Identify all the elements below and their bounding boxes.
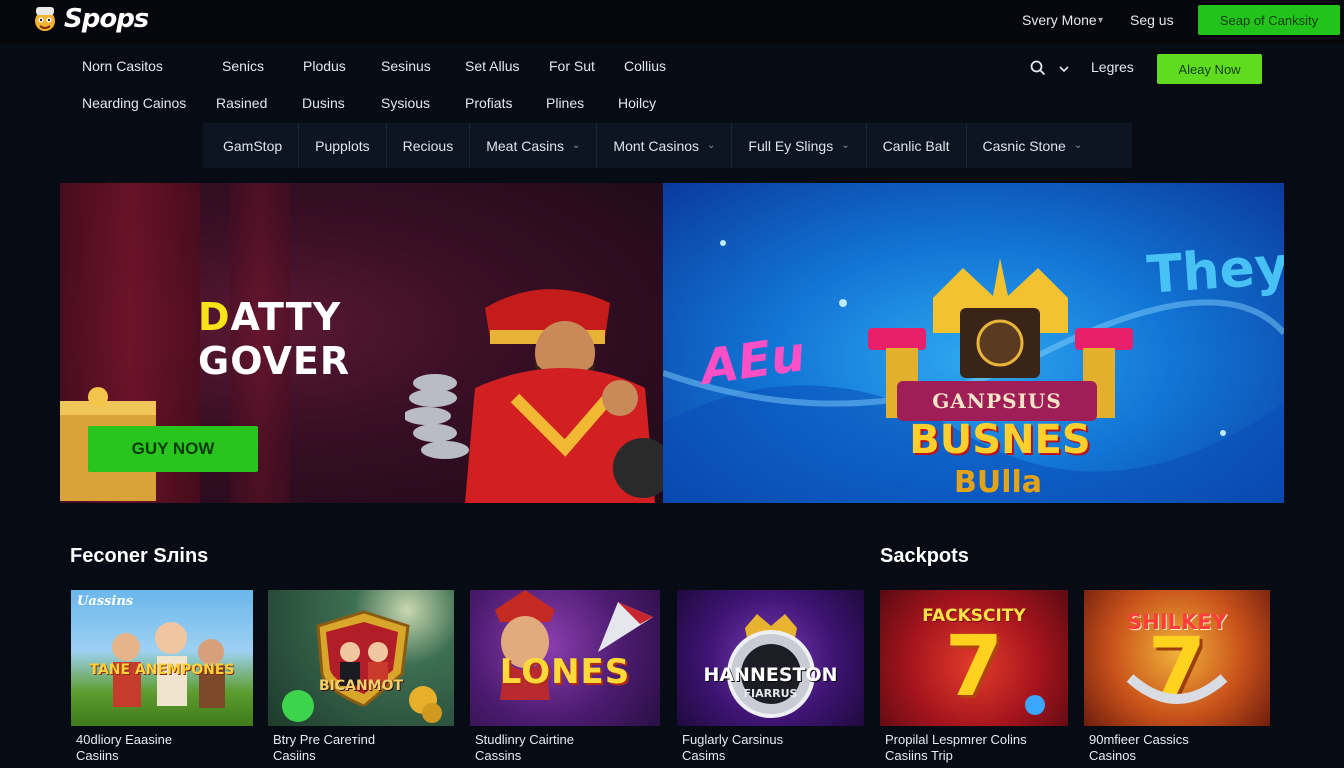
game-thumbnail: LONES bbox=[470, 590, 660, 726]
game-card[interactable]: LONES Studlinry Cairtine Cassins bbox=[470, 590, 660, 768]
nav-item[interactable]: Set Allus bbox=[465, 58, 519, 74]
gem-icon bbox=[1025, 695, 1045, 715]
nav-item[interactable]: Dusins bbox=[302, 95, 345, 111]
nav-item[interactable]: Norn Casitos bbox=[82, 58, 163, 74]
subnav-label: Recious bbox=[402, 137, 454, 154]
banner-word-they: They bbox=[1145, 236, 1284, 306]
sign-up-link[interactable]: Seg us bbox=[1130, 12, 1174, 28]
card-art-title: TANE ANEMPONES bbox=[89, 662, 235, 678]
card-art-title: LONES bbox=[499, 652, 631, 692]
chevron-down-icon[interactable] bbox=[1058, 62, 1070, 74]
hero-banner-left[interactable]: DATTY GOVER GUY NOW bbox=[60, 183, 663, 503]
subnav-item[interactable]: Canlic Balt bbox=[867, 123, 967, 168]
nav-item[interactable]: Rasined bbox=[216, 95, 267, 111]
site-logo[interactable]: Spops bbox=[30, 4, 149, 34]
game-thumbnail: SHILKEY 7 bbox=[1084, 590, 1270, 726]
nav-item[interactable]: Collius bbox=[624, 58, 666, 74]
hero-banner-right[interactable]: They AEu GANPSIUS BUSNES BUlla bbox=[663, 183, 1284, 503]
game-title: 40dliory Eaasine Casiins bbox=[76, 732, 173, 763]
subnav-item[interactable]: Meat Casins ⌄ bbox=[470, 123, 598, 168]
nav-item[interactable]: Plodus bbox=[303, 58, 346, 74]
game-thumbnail: BICANMOT bbox=[268, 590, 454, 726]
category-subnav: GamStop Pupplots Recious Meat Casins ⌄ Mo… bbox=[203, 123, 1132, 168]
hero-headline-line2: GOVER bbox=[198, 339, 351, 383]
game-thumbnail: Uassins TANE ANEMPONES bbox=[71, 590, 253, 726]
card-art-title: HANNESTON bbox=[703, 664, 838, 686]
hero-play-button[interactable]: GUY NOW bbox=[88, 426, 258, 472]
nav-item[interactable]: Nearding Cainos bbox=[82, 95, 186, 111]
banner-ribbon: GANPSIUS bbox=[897, 381, 1097, 421]
subnav-label: Mont Casinos bbox=[613, 137, 700, 154]
hero-headline-accent: D bbox=[198, 295, 231, 339]
horseshoe-icon bbox=[1126, 674, 1228, 704]
search-icon[interactable] bbox=[1030, 60, 1046, 76]
jackpot-card[interactable]: FACKSCITY 7 Propilal Lespmrer Colins Cas… bbox=[880, 590, 1068, 768]
subnav-item[interactable]: Mont Casinos ⌄ bbox=[597, 123, 733, 168]
game-thumbnail: HANNESTON FIARRUS bbox=[677, 590, 864, 726]
subnav-label: Canlic Balt bbox=[882, 137, 950, 154]
subnav-item[interactable]: Full Ey Slings ⌄ bbox=[732, 123, 867, 168]
game-card[interactable]: Uassins TANE ANEMPONES 40dliory Eaasine … bbox=[71, 590, 253, 768]
subnav-label: GamStop bbox=[223, 137, 283, 154]
game-card[interactable]: BICANMOT Btry Pre Careтind Casiins bbox=[268, 590, 454, 768]
jackpots-section-title: Sackpots bbox=[880, 545, 969, 567]
subnav-item[interactable]: Recious bbox=[387, 123, 471, 168]
logo-text: Spops bbox=[64, 4, 149, 34]
mascot-icon bbox=[30, 4, 60, 34]
subnav-label: Meat Casins bbox=[486, 137, 565, 154]
nav-item[interactable]: Hoilcy bbox=[618, 95, 656, 111]
game-title: 90mfieer Cassics Casinos bbox=[1089, 732, 1189, 763]
nav-cta-button[interactable]: Aleay Now bbox=[1157, 54, 1262, 84]
banner-title: BUSNES bbox=[909, 417, 1091, 463]
subnav-item[interactable]: Casnic Stone ⌄ bbox=[967, 123, 1099, 168]
chevron-down-icon[interactable]: ▾ bbox=[1098, 15, 1103, 26]
game-card[interactable]: HANNESTON FIARRUS Fuglarly Carsinus Casi… bbox=[677, 590, 864, 768]
hero-headline-line1: ATTY bbox=[230, 295, 342, 339]
subnav-item[interactable]: Pupplots bbox=[299, 123, 387, 168]
nav-item[interactable]: Sesinus bbox=[381, 58, 431, 74]
banner-subtitle: BUlla bbox=[953, 465, 1043, 500]
game-title: Btry Pre Careтind Casiins bbox=[273, 732, 376, 763]
nav-item[interactable]: Plines bbox=[546, 95, 584, 111]
nav-item[interactable]: Sysious bbox=[381, 95, 430, 111]
subnav-label: Full Ey Slings bbox=[748, 137, 834, 154]
nav-item[interactable]: Profiats bbox=[465, 95, 512, 111]
subnav-item[interactable]: GamStop bbox=[203, 123, 300, 168]
card-corner-text: Uassins bbox=[77, 594, 134, 609]
top-cta-button[interactable]: Seap of Canksity bbox=[1198, 5, 1340, 35]
game-title: Fuglarly Carsinus Casims bbox=[682, 732, 784, 763]
top-bar: Spops Svery Mone ▾ Seg us Seap of Canksi… bbox=[0, 0, 1344, 44]
jackpot-card[interactable]: SHILKEY 7 90mfieer Cassics Casinos bbox=[1084, 590, 1270, 768]
language-selector[interactable]: Legres bbox=[1091, 59, 1134, 75]
game-title: Studlinry Cairtine Cassins bbox=[475, 732, 574, 763]
crown-badge-icon bbox=[727, 614, 815, 718]
subnav-label: Casnic Stone bbox=[982, 137, 1066, 154]
chevron-down-icon: ⌄ bbox=[707, 140, 716, 151]
game-thumbnail: FACKSCITY 7 bbox=[880, 590, 1068, 726]
chevron-down-icon: ⌄ bbox=[572, 140, 581, 151]
card-art-subtitle: FIARRUS bbox=[743, 687, 798, 700]
hero-headline: DATTY GOVER bbox=[198, 295, 350, 383]
nav-item[interactable]: Senics bbox=[222, 58, 264, 74]
account-menu-link[interactable]: Svery Mone bbox=[1022, 12, 1097, 28]
chevron-down-icon: ⌄ bbox=[1073, 140, 1083, 151]
game-title: Propilal Lespmrer Colins Casiins Trip bbox=[885, 732, 1027, 763]
chevron-down-icon: ⌄ bbox=[841, 140, 850, 151]
king-mascot-illustration bbox=[405, 289, 663, 503]
nav-item[interactable]: For Sut bbox=[549, 58, 595, 74]
subnav-label: Pupplots bbox=[315, 137, 370, 154]
featured-section-title: Feconer Sлins bbox=[70, 545, 209, 567]
card-art-title: BICANMOT bbox=[318, 678, 404, 694]
